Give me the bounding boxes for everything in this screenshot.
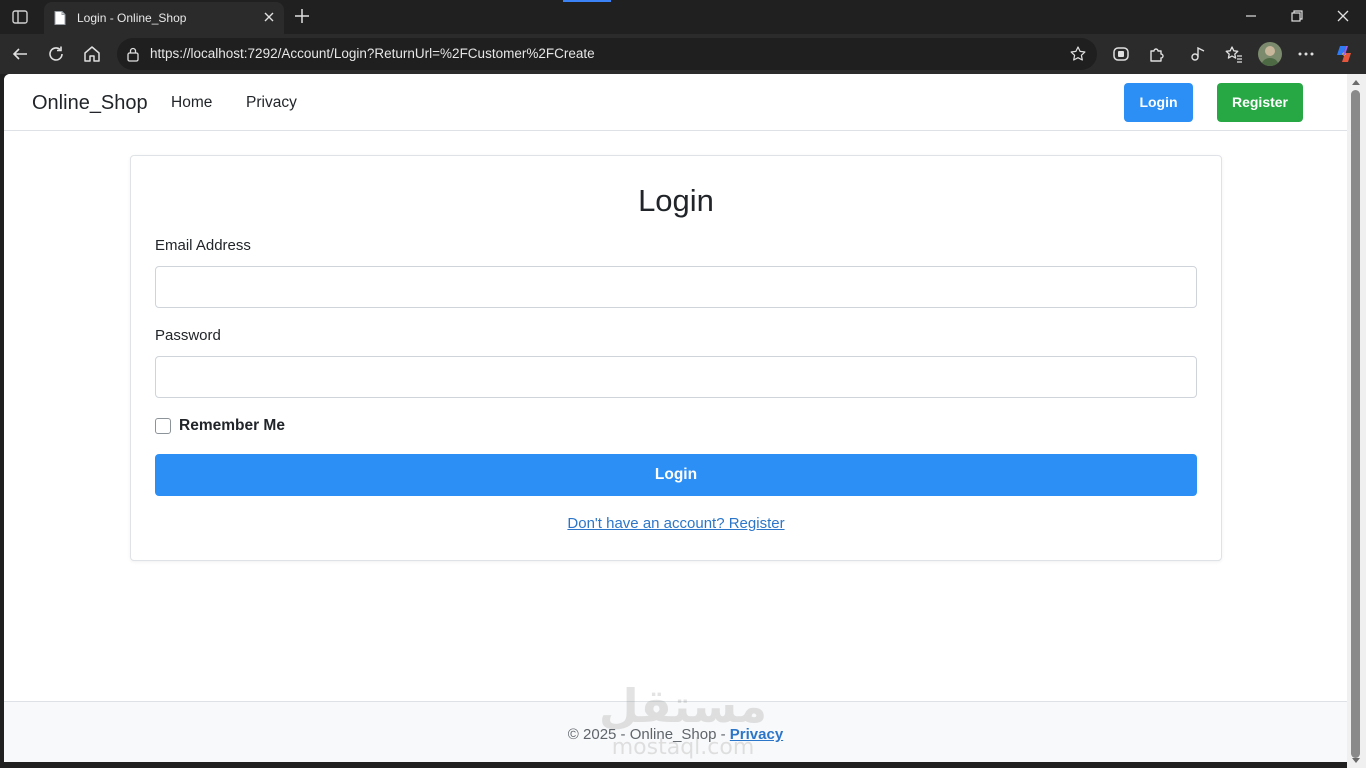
puzzle-icon[interactable]	[1147, 44, 1167, 64]
minimize-icon[interactable]	[1241, 6, 1261, 26]
scroll-thumb[interactable]	[1351, 90, 1360, 758]
url-text[interactable]: https://localhost:7292/Account/Login?Ret…	[150, 46, 595, 62]
watermark: مستقل mostaql.com	[598, 680, 768, 762]
page-viewport: Online_Shop Home Privacy Login Register …	[4, 74, 1347, 762]
extension-icon[interactable]	[1111, 44, 1131, 64]
lock-icon[interactable]	[126, 46, 140, 62]
close-tab-icon[interactable]	[262, 10, 276, 24]
browser-toolbar: https://localhost:7292/Account/Login?Ret…	[0, 34, 1366, 74]
email-label: Email Address	[155, 237, 251, 254]
password-field[interactable]	[155, 356, 1197, 398]
page-favicon-icon	[52, 10, 68, 26]
profile-avatar[interactable]	[1258, 42, 1282, 66]
split-screen-icon[interactable]	[1188, 44, 1208, 64]
sidebar-toggle-icon[interactable]	[10, 7, 30, 27]
favorite-star-icon[interactable]	[1069, 45, 1087, 63]
page-scrollbar[interactable]	[1347, 74, 1366, 768]
nav-link-privacy[interactable]: Privacy	[246, 93, 297, 113]
favorites-icon[interactable]	[1224, 44, 1244, 64]
reload-icon[interactable]	[46, 44, 66, 64]
watermark-url-text: mostaql.com	[611, 735, 755, 760]
remember-me-checkbox[interactable]	[155, 418, 171, 434]
home-icon[interactable]	[82, 44, 102, 64]
back-icon[interactable]	[10, 44, 30, 64]
watermark-logo-text: مستقل	[598, 679, 768, 733]
login-card: Login Email Address Password Remember Me…	[130, 155, 1222, 561]
nav-link-home[interactable]: Home	[171, 93, 212, 113]
remember-me-label[interactable]: Remember Me	[179, 416, 285, 436]
site-navbar: Online_Shop Home Privacy Login Register	[4, 74, 1347, 131]
email-field[interactable]	[155, 266, 1197, 308]
site-brand[interactable]: Online_Shop	[32, 91, 148, 115]
new-tab-icon[interactable]	[292, 6, 312, 26]
more-icon[interactable]	[1296, 44, 1316, 64]
tab-strip-indicator	[563, 0, 611, 2]
nav-login-button[interactable]: Login	[1124, 83, 1193, 122]
tab-bar: Login - Online_Shop	[0, 0, 1366, 34]
nav-register-button[interactable]: Register	[1217, 83, 1303, 122]
tab-title: Login - Online_Shop	[77, 11, 187, 25]
close-window-icon[interactable]	[1333, 6, 1353, 26]
address-bar[interactable]: https://localhost:7292/Account/Login?Ret…	[117, 38, 1097, 70]
active-tab[interactable]: Login - Online_Shop	[44, 2, 284, 34]
maximize-icon[interactable]	[1287, 6, 1307, 26]
scroll-down-icon[interactable]	[1352, 758, 1360, 763]
login-submit-button[interactable]: Login	[155, 454, 1197, 496]
scroll-up-icon[interactable]	[1352, 80, 1360, 85]
copilot-icon[interactable]	[1334, 44, 1354, 64]
password-label: Password	[155, 327, 221, 344]
register-link[interactable]: Don't have an account? Register	[131, 514, 1221, 534]
login-title: Login	[638, 183, 714, 218]
